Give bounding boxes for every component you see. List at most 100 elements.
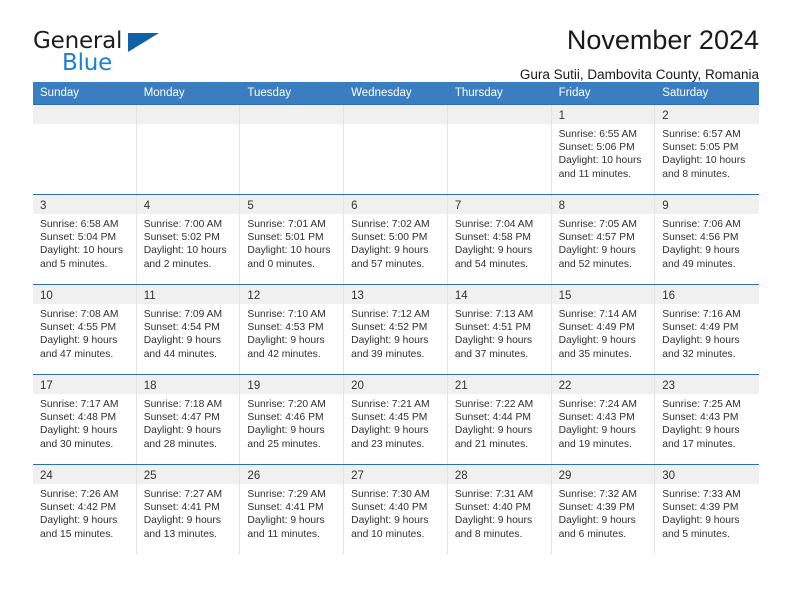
daylight-text-line2: and 10 minutes.	[351, 528, 425, 540]
calendar-week-row: 1 Sunrise: 6:55 AM Sunset: 5:06 PM Dayli…	[33, 104, 759, 194]
day-number-band: 25	[136, 465, 240, 484]
day-cell[interactable]: 12 Sunrise: 7:10 AM Sunset: 4:53 PM Dayl…	[240, 285, 345, 374]
day-cell[interactable]: 19 Sunrise: 7:20 AM Sunset: 4:46 PM Dayl…	[240, 375, 345, 464]
day-cell[interactable]: 17 Sunrise: 7:17 AM Sunset: 4:48 PM Dayl…	[33, 375, 137, 464]
day-info: Sunrise: 7:10 AM Sunset: 4:53 PM Dayligh…	[240, 304, 343, 361]
weekday-header-tuesday: Tuesday	[247, 87, 292, 99]
day-number-band	[447, 105, 551, 124]
daylight-text-line1: Daylight: 9 hours	[454, 335, 533, 347]
day-info: Sunrise: 7:25 AM Sunset: 4:43 PM Dayligh…	[655, 394, 759, 451]
day-number-band: 11	[136, 285, 240, 304]
day-info: Sunrise: 7:27 AM Sunset: 4:41 PM Dayligh…	[137, 484, 240, 541]
day-info: Sunrise: 7:12 AM Sunset: 4:52 PM Dayligh…	[344, 304, 447, 361]
general-blue-logo[interactable]: General Blue	[33, 26, 173, 78]
day-number: 27	[351, 470, 364, 482]
day-cell[interactable]: 13 Sunrise: 7:12 AM Sunset: 4:52 PM Dayl…	[344, 285, 448, 374]
daylight-text-line2: and 5 minutes.	[40, 258, 108, 270]
day-number-band: 28	[447, 465, 551, 484]
day-number-band	[136, 105, 240, 124]
weekday-header-row: Sunday Monday Tuesday Wednesday Thursday…	[33, 82, 759, 104]
day-cell[interactable]: 20 Sunrise: 7:21 AM Sunset: 4:45 PM Dayl…	[344, 375, 448, 464]
day-cell[interactable]: 21 Sunrise: 7:22 AM Sunset: 4:44 PM Dayl…	[447, 375, 552, 464]
weekday-header-sunday: Sunday	[40, 87, 80, 99]
sunrise-text: Sunrise: 7:25 AM	[662, 399, 741, 410]
sunset-text: Sunset: 5:04 PM	[40, 232, 117, 244]
day-cell[interactable]: 29 Sunrise: 7:32 AM Sunset: 4:39 PM Dayl…	[551, 465, 656, 554]
day-number: 10	[40, 290, 53, 302]
sunset-text: Sunset: 5:06 PM	[558, 142, 635, 154]
sunset-text: Sunset: 4:44 PM	[454, 412, 531, 424]
sunset-text: Sunset: 4:55 PM	[40, 322, 117, 334]
day-cell[interactable]: 27 Sunrise: 7:30 AM Sunset: 4:40 PM Dayl…	[344, 465, 448, 554]
day-cell[interactable]: 26 Sunrise: 7:29 AM Sunset: 4:41 PM Dayl…	[240, 465, 345, 554]
day-number-band	[240, 105, 344, 124]
day-number-band: 21	[447, 375, 551, 394]
daylight-text-line2: and 25 minutes.	[247, 438, 321, 450]
day-info: Sunrise: 7:14 AM Sunset: 4:49 PM Dayligh…	[552, 304, 655, 361]
daylight-text-line1: Daylight: 9 hours	[143, 515, 221, 527]
daylight-text-line1: Daylight: 9 hours	[143, 335, 221, 347]
day-number: 5	[247, 200, 254, 212]
day-cell[interactable]: 16 Sunrise: 7:16 AM Sunset: 4:49 PM Dayl…	[655, 285, 759, 374]
day-cell[interactable]: 15 Sunrise: 7:14 AM Sunset: 4:49 PM Dayl…	[551, 285, 656, 374]
day-cell[interactable]: 2 Sunrise: 6:57 AM Sunset: 5:05 PM Dayli…	[655, 105, 759, 194]
day-cell[interactable]: 18 Sunrise: 7:18 AM Sunset: 4:47 PM Dayl…	[136, 375, 241, 464]
day-cell[interactable]: 23 Sunrise: 7:25 AM Sunset: 4:43 PM Dayl…	[655, 375, 759, 464]
daylight-text-line1: Daylight: 9 hours	[558, 515, 636, 527]
day-cell[interactable]: 14 Sunrise: 7:13 AM Sunset: 4:51 PM Dayl…	[447, 285, 552, 374]
sunset-text: Sunset: 4:53 PM	[247, 322, 324, 334]
daylight-text-line2: and 39 minutes.	[351, 348, 425, 360]
day-cell[interactable]: 3 Sunrise: 6:58 AM Sunset: 5:04 PM Dayli…	[33, 195, 137, 284]
daylight-text-line2: and 11 minutes.	[247, 528, 320, 540]
day-cell[interactable]: 6 Sunrise: 7:02 AM Sunset: 5:00 PM Dayli…	[344, 195, 448, 284]
sunrise-text: Sunrise: 7:21 AM	[351, 399, 430, 410]
weekday-header-saturday: Saturday	[662, 87, 709, 99]
day-cell[interactable]: 10 Sunrise: 7:08 AM Sunset: 4:55 PM Dayl…	[33, 285, 137, 374]
daylight-text-line1: Daylight: 10 hours	[247, 245, 331, 257]
sunset-text: Sunset: 4:47 PM	[143, 412, 220, 424]
day-cell[interactable]: 11 Sunrise: 7:09 AM Sunset: 4:54 PM Dayl…	[136, 285, 241, 374]
day-cell[interactable]: 30 Sunrise: 7:33 AM Sunset: 4:39 PM Dayl…	[655, 465, 759, 554]
daylight-text-line1: Daylight: 9 hours	[247, 515, 325, 527]
day-number: 23	[662, 380, 676, 392]
daylight-text-line1: Daylight: 9 hours	[662, 335, 740, 347]
daylight-text-line2: and 57 minutes.	[351, 258, 425, 270]
day-number: 15	[558, 290, 572, 302]
day-number: 12	[247, 290, 261, 302]
day-number: 20	[351, 380, 364, 392]
day-cell[interactable]: 22 Sunrise: 7:24 AM Sunset: 4:43 PM Dayl…	[551, 375, 656, 464]
day-cell[interactable]: 7 Sunrise: 7:04 AM Sunset: 4:58 PM Dayli…	[447, 195, 552, 284]
day-cell[interactable]: 24 Sunrise: 7:26 AM Sunset: 4:42 PM Dayl…	[33, 465, 137, 554]
day-cell	[33, 105, 137, 194]
calendar-week-row: 17 Sunrise: 7:17 AM Sunset: 4:48 PM Dayl…	[33, 374, 759, 464]
day-number: 24	[40, 470, 53, 482]
daylight-text-line1: Daylight: 9 hours	[247, 335, 325, 347]
day-info: Sunrise: 7:30 AM Sunset: 4:40 PM Dayligh…	[344, 484, 447, 541]
sunrise-text: Sunrise: 7:09 AM	[143, 309, 223, 320]
day-number: 3	[40, 200, 47, 212]
daylight-text-line2: and 37 minutes.	[454, 348, 529, 360]
day-info: Sunrise: 7:09 AM Sunset: 4:54 PM Dayligh…	[137, 304, 240, 361]
daylight-text-line2: and 42 minutes.	[247, 348, 321, 360]
sunset-text: Sunset: 5:05 PM	[662, 142, 739, 154]
day-cell[interactable]: 5 Sunrise: 7:01 AM Sunset: 5:01 PM Dayli…	[240, 195, 345, 284]
day-cell[interactable]: 28 Sunrise: 7:31 AM Sunset: 4:40 PM Dayl…	[447, 465, 552, 554]
day-number: 30	[662, 470, 676, 482]
sunrise-text: Sunrise: 7:30 AM	[351, 489, 430, 500]
day-cell[interactable]: 9 Sunrise: 7:06 AM Sunset: 4:56 PM Dayli…	[655, 195, 759, 284]
day-cell[interactable]: 4 Sunrise: 7:00 AM Sunset: 5:02 PM Dayli…	[136, 195, 241, 284]
day-cell[interactable]: 8 Sunrise: 7:05 AM Sunset: 4:57 PM Dayli…	[551, 195, 656, 284]
day-number-band: 6	[344, 195, 447, 214]
day-cell[interactable]: 25 Sunrise: 7:27 AM Sunset: 4:41 PM Dayl…	[136, 465, 241, 554]
day-number-band: 22	[551, 375, 655, 394]
sunrise-text: Sunrise: 6:58 AM	[40, 219, 119, 230]
sunrise-text: Sunrise: 7:31 AM	[454, 489, 534, 500]
daylight-text-line1: Daylight: 9 hours	[40, 425, 118, 437]
daylight-text-line2: and 2 minutes.	[143, 258, 212, 270]
daylight-text-line1: Daylight: 9 hours	[454, 245, 533, 257]
page-title: November 2024	[566, 25, 759, 55]
weekday-header-wednesday: Wednesday	[351, 87, 412, 99]
page-header: General Blue November 2024 Gura Sutii, D…	[33, 0, 759, 83]
day-cell	[240, 105, 345, 194]
day-cell[interactable]: 1 Sunrise: 6:55 AM Sunset: 5:06 PM Dayli…	[551, 105, 656, 194]
